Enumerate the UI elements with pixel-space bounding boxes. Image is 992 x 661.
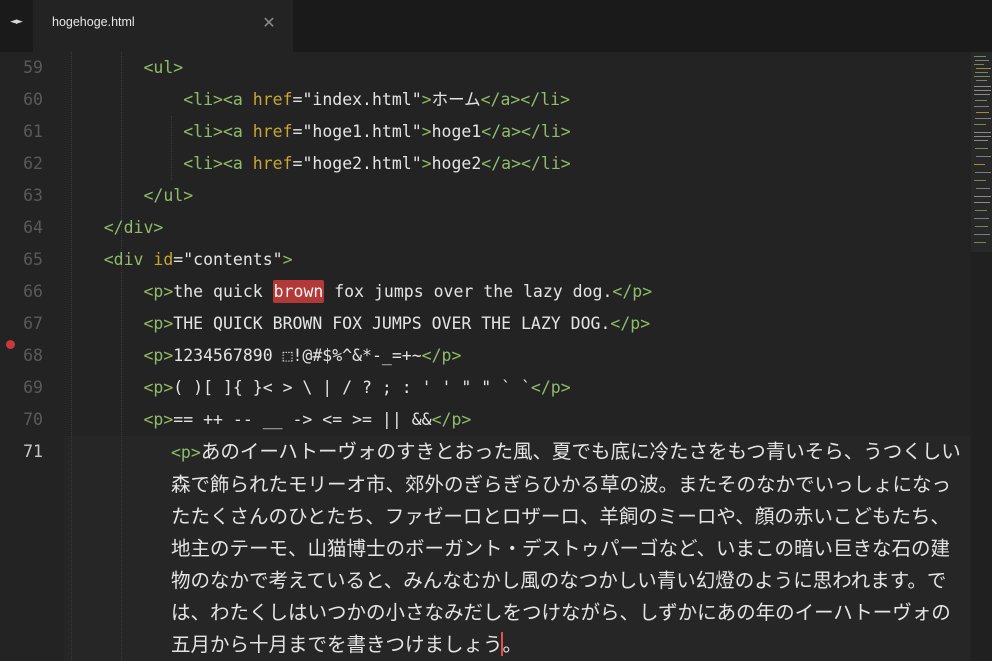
search-match-highlight: brown xyxy=(272,280,325,303)
line-number-gutter: 59 60 61 62 63 64 65 66 67 68 69 70 71 xyxy=(0,52,64,661)
line-number: 64 xyxy=(23,218,43,237)
line-number: 62 xyxy=(23,154,43,173)
minimap-line xyxy=(974,76,990,77)
minimap-line xyxy=(974,90,991,91)
code-line-67: <p>THE QUICK BROWN FOX JUMPS OVER THE LA… xyxy=(143,314,651,333)
code-line-64: </div> xyxy=(103,218,164,237)
minimap-line xyxy=(974,164,985,165)
code-line-69: <p>( )[ ]{ }< > \ | / ? ; : ' ' " " ` `<… xyxy=(143,378,571,397)
minimap-line xyxy=(974,234,990,235)
minimap-line xyxy=(976,68,991,69)
minimap-line xyxy=(974,86,991,87)
minimap-line xyxy=(974,140,988,141)
code-line-65: <div id="contents"> xyxy=(103,250,293,269)
minimap-line xyxy=(974,106,989,107)
minimap-line xyxy=(974,94,990,95)
line-number: 61 xyxy=(23,122,43,141)
code-line-62: <li><a href="hoge2.html">hoge2</a></li> xyxy=(183,154,571,173)
line-number: 65 xyxy=(23,250,43,269)
code-line-63: </ul> xyxy=(143,186,194,205)
minimap-line xyxy=(976,188,990,189)
code-line-71: <p>あのイーハトーヴォのすきとおった風、夏でも底に冷たさをもつ青いそら、うつく… xyxy=(171,440,961,656)
minimap-viewport[interactable] xyxy=(971,52,992,252)
minimap-line xyxy=(974,124,986,125)
minimap-line xyxy=(974,196,991,197)
code-line-66: <p>the quick brown fox jumps over the la… xyxy=(143,280,653,303)
code-line-70: <p>== ++ -- __ -> <= >= || &&</p> xyxy=(143,410,472,429)
line-number: 63 xyxy=(23,186,43,205)
line-number: 70 xyxy=(23,410,43,429)
minimap-line xyxy=(975,210,987,211)
minimap-line xyxy=(975,72,988,73)
close-icon[interactable]: ✕ xyxy=(261,13,277,33)
code-line-60: <li><a href="index.html">ホーム</a></li> xyxy=(183,90,571,109)
minimap-line xyxy=(975,148,988,149)
minimap-line xyxy=(975,100,987,101)
minimap-line xyxy=(974,136,991,137)
line-number: 67 xyxy=(23,314,43,333)
minimap-line xyxy=(976,156,991,157)
minimap-line xyxy=(974,132,991,133)
line-number: 66 xyxy=(23,282,43,301)
minimap-line xyxy=(974,56,986,57)
code-line-68: <p>1234567890 ⬚!@#$%^&*-_=+~</p> xyxy=(143,346,462,365)
minimap-line xyxy=(975,172,991,173)
code-line-59: <ul> xyxy=(143,58,184,77)
line-number: 69 xyxy=(23,378,43,397)
minimap-line xyxy=(974,218,989,219)
minimap-line xyxy=(974,242,986,243)
tab-navigation-arrows[interactable]: ◄► xyxy=(4,13,28,31)
minimap-line xyxy=(974,180,986,181)
minimap-line xyxy=(975,60,989,61)
code-editor[interactable]: <ul> <li><a href="index.html">ホーム</a></l… xyxy=(64,52,970,661)
current-line-number: 71 xyxy=(23,442,43,461)
line-number: 59 xyxy=(23,58,43,77)
line-number: 68 xyxy=(23,346,43,365)
minimap-line xyxy=(976,80,987,81)
minimap[interactable] xyxy=(971,52,992,661)
minimap-line xyxy=(976,112,989,113)
minimap-line xyxy=(975,226,988,227)
minimap-line xyxy=(975,118,991,119)
tab-title: hogehoge.html xyxy=(52,15,135,29)
minimap-line xyxy=(974,64,984,65)
minimap-line xyxy=(974,202,990,203)
tab-hogehoge-html[interactable]: hogehoge.html ✕ xyxy=(33,0,293,52)
tab-bar: ◄► hogehoge.html ✕ xyxy=(0,0,992,52)
line-number: 60 xyxy=(23,90,43,109)
code-line-61: <li><a href="hoge1.html">hoge1</a></li> xyxy=(183,122,571,141)
